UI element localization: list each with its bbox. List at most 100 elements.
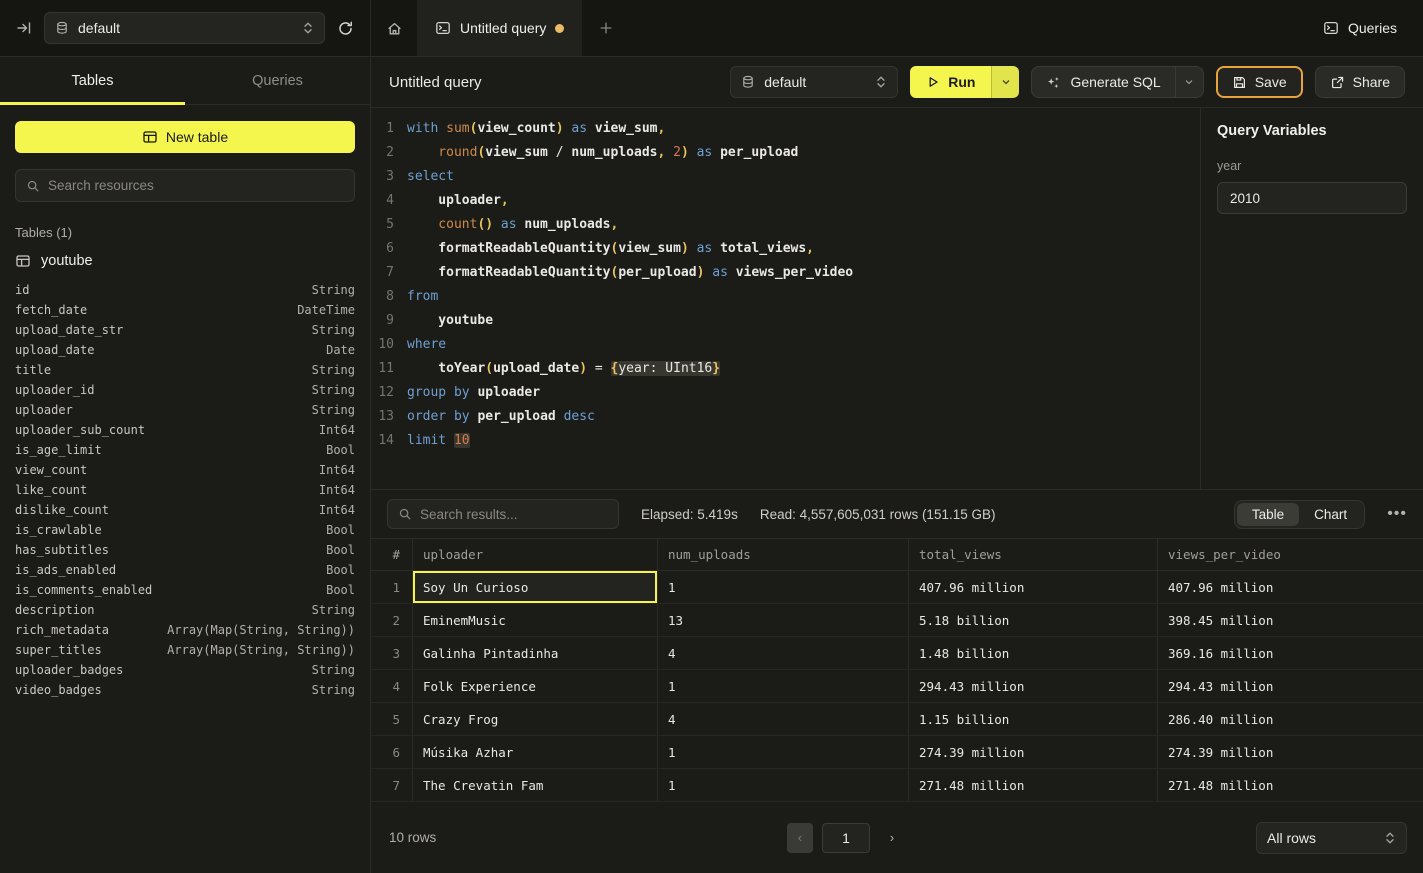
sidebar-tab-tables-label: Tables	[72, 73, 114, 89]
schema-column-row[interactable]: uploader_badgesString	[15, 660, 355, 680]
refresh-icon	[337, 20, 354, 37]
code-token: per_upload	[618, 265, 696, 280]
share-button[interactable]: Share	[1315, 66, 1405, 98]
new-tab-button[interactable]	[582, 0, 630, 56]
page-number-input[interactable]	[822, 823, 870, 853]
table-cell[interactable]: 4	[657, 637, 908, 669]
schema-column-type: Bool	[326, 523, 355, 537]
table-cell[interactable]: 369.16 million	[1157, 637, 1423, 669]
table-cell[interactable]: 1	[657, 571, 908, 603]
query-database-select[interactable]: default	[730, 66, 898, 98]
new-table-button[interactable]: New table	[15, 121, 355, 153]
table-cell[interactable]: 407.96 million	[1157, 571, 1423, 603]
schema-column-type: Bool	[326, 443, 355, 457]
header-uploader[interactable]: uploader	[412, 539, 657, 570]
sidebar-tab-queries[interactable]: Queries	[185, 57, 370, 104]
variable-input-year[interactable]	[1217, 182, 1407, 214]
chevron-down-icon	[1183, 76, 1195, 88]
results-more-button[interactable]: •••	[1387, 505, 1407, 523]
table-cell[interactable]: 294.43 million	[908, 670, 1157, 702]
sql-editor[interactable]: 1with sum(view_count) as view_sum,2round…	[371, 108, 1200, 489]
schema-column-row[interactable]: is_age_limitBool	[15, 440, 355, 460]
code-token	[728, 265, 736, 280]
schema-column-row[interactable]: is_comments_enabledBool	[15, 580, 355, 600]
sidebar-tab-tables[interactable]: Tables	[0, 57, 185, 104]
schema-column-row[interactable]: titleString	[15, 360, 355, 380]
sidebar-tab-queries-label: Queries	[252, 73, 303, 89]
schema-column-row[interactable]: idString	[15, 280, 355, 300]
code-line: 14limit 10	[371, 429, 1200, 453]
query-variables-panel: Query Variables year	[1200, 108, 1423, 489]
new-table-button-label: New table	[166, 129, 228, 145]
schema-column-row[interactable]: descriptionString	[15, 600, 355, 620]
save-button[interactable]: Save	[1216, 66, 1303, 98]
schema-column-row[interactable]: upload_date_strString	[15, 320, 355, 340]
generate-sql-options-caret[interactable]	[1175, 67, 1203, 97]
header-views-per-video[interactable]: views_per_video	[1157, 539, 1423, 570]
table-cell[interactable]: 1	[657, 769, 908, 801]
header-num-uploads[interactable]: num_uploads	[657, 539, 908, 570]
schema-column-row[interactable]: has_subtitlesBool	[15, 540, 355, 560]
schema-column-row[interactable]: like_countInt64	[15, 480, 355, 500]
table-cell[interactable]: 1	[657, 736, 908, 768]
schema-column-row[interactable]: fetch_dateDateTime	[15, 300, 355, 320]
table-cell[interactable]: EminemMusic	[412, 604, 657, 636]
table-cell[interactable]: 286.40 million	[1157, 703, 1423, 735]
table-cell[interactable]: Músika Azhar	[412, 736, 657, 768]
schema-column-row[interactable]: dislike_countInt64	[15, 500, 355, 520]
view-toggle-chart[interactable]: Chart	[1299, 503, 1362, 526]
table-cell[interactable]: 4	[657, 703, 908, 735]
results-search-input[interactable]	[420, 507, 608, 522]
schema-column-row[interactable]: super_titlesArray(Map(String, String))	[15, 640, 355, 660]
table-cell[interactable]: Folk Experience	[412, 670, 657, 702]
table-cell[interactable]: Soy Un Curioso	[412, 571, 657, 603]
header-total-views[interactable]: total_views	[908, 539, 1157, 570]
page-size-select[interactable]: All rows	[1256, 822, 1407, 854]
schema-column-row[interactable]: is_ads_enabledBool	[15, 560, 355, 580]
line-number: 10	[371, 333, 407, 357]
code-token: toYear	[438, 361, 485, 376]
tab-untitled-query[interactable]: Untitled query	[417, 0, 582, 56]
schema-column-row[interactable]: uploader_idString	[15, 380, 355, 400]
refresh-button[interactable]	[337, 20, 354, 37]
table-cell[interactable]: 271.48 million	[1157, 769, 1423, 801]
view-toggle-table[interactable]: Table	[1237, 503, 1299, 526]
run-button[interactable]: Run	[910, 66, 991, 98]
table-cell[interactable]: 1.48 billion	[908, 637, 1157, 669]
database-select[interactable]: default	[44, 12, 325, 44]
collapse-sidebar-button[interactable]	[16, 20, 32, 36]
next-page-button[interactable]: ›	[879, 823, 905, 853]
schema-column-row[interactable]: upload_dateDate	[15, 340, 355, 360]
table-cell[interactable]: 13	[657, 604, 908, 636]
table-cell[interactable]: The Crevatin Fam	[412, 769, 657, 801]
home-button[interactable]	[371, 0, 417, 56]
run-options-caret[interactable]	[991, 66, 1019, 98]
table-cell[interactable]: 271.48 million	[908, 769, 1157, 801]
table-cell[interactable]: 407.96 million	[908, 571, 1157, 603]
generate-sql-button[interactable]: Generate SQL	[1032, 67, 1174, 97]
schema-column-row[interactable]: uploaderString	[15, 400, 355, 420]
table-cell[interactable]: 274.39 million	[1157, 736, 1423, 768]
table-cell[interactable]: Galinha Pintadinha	[412, 637, 657, 669]
table-cell[interactable]: 294.43 million	[1157, 670, 1423, 702]
table-cell[interactable]: 398.45 million	[1157, 604, 1423, 636]
code-line: 1with sum(view_count) as view_sum,	[371, 117, 1200, 141]
schema-column-row[interactable]: is_crawlableBool	[15, 520, 355, 540]
schema-column-row[interactable]: rich_metadataArray(Map(String, String))	[15, 620, 355, 640]
queries-button[interactable]: Queries	[1323, 20, 1397, 36]
code-line: 10where	[371, 333, 1200, 357]
resource-search-input[interactable]	[48, 178, 344, 193]
schema-column-row[interactable]: video_badgesString	[15, 680, 355, 700]
table-cell[interactable]: 1	[657, 670, 908, 702]
database-icon	[55, 21, 69, 35]
table-cell[interactable]: Crazy Frog	[412, 703, 657, 735]
schema-column-row[interactable]: uploader_sub_countInt64	[15, 420, 355, 440]
schema-column-row[interactable]: view_countInt64	[15, 460, 355, 480]
generate-sql-button-label: Generate SQL	[1070, 74, 1160, 90]
table-cell[interactable]: 274.39 million	[908, 736, 1157, 768]
pagination: ‹ ›	[787, 823, 905, 853]
previous-page-button[interactable]: ‹	[787, 823, 813, 853]
table-cell[interactable]: 5.18 billion	[908, 604, 1157, 636]
table-item-youtube[interactable]: youtube	[15, 253, 355, 269]
table-cell[interactable]: 1.15 billion	[908, 703, 1157, 735]
